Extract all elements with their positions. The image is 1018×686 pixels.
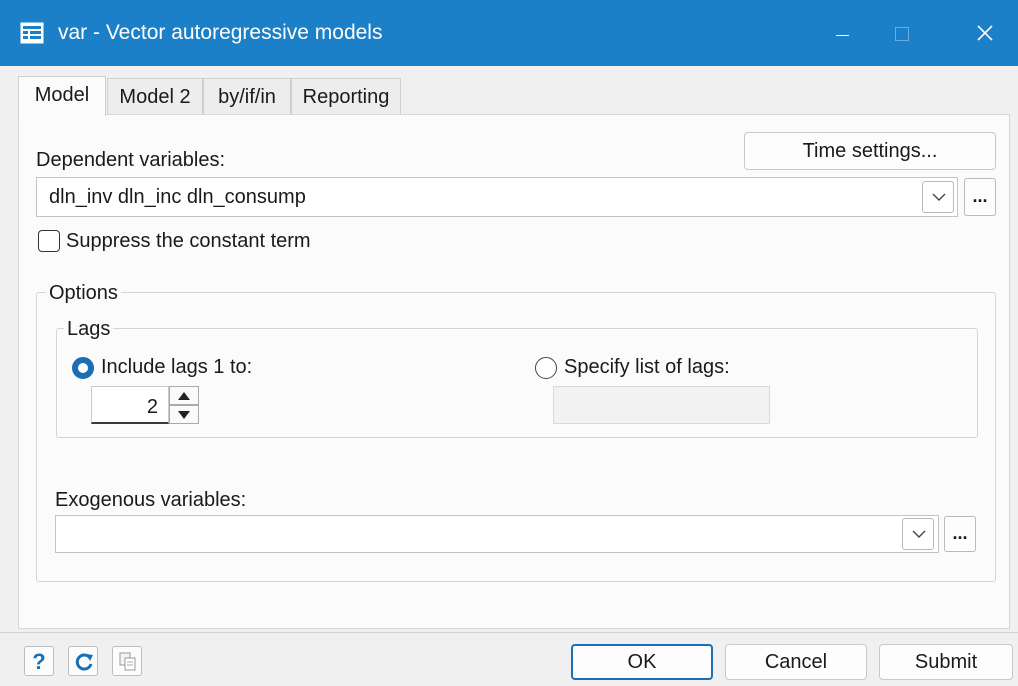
tab-by-if-in[interactable]: by/if/in: [203, 78, 291, 114]
minimize-button[interactable]: [815, 16, 869, 50]
maximize-button[interactable]: [874, 16, 928, 50]
cancel-button[interactable]: Cancel: [725, 644, 867, 680]
exogenous-variables-combobox[interactable]: [55, 515, 939, 553]
suppress-constant-label: Suppress the constant term: [66, 230, 311, 252]
caret-up-icon: [178, 392, 190, 400]
dependent-variables-dropdown[interactable]: [922, 181, 954, 213]
exogenous-variables-dropdown[interactable]: [902, 518, 934, 550]
lags-legend: Lags: [64, 317, 114, 341]
options-legend: Options: [46, 281, 121, 305]
reset-icon: [75, 653, 93, 671]
tab-model[interactable]: Model: [18, 76, 106, 116]
include-lags-radio[interactable]: [72, 357, 94, 379]
ok-button[interactable]: OK: [571, 644, 713, 680]
lags-increment-button[interactable]: [169, 386, 199, 405]
copy-icon: [119, 652, 136, 671]
chevron-down-icon: [912, 530, 926, 538]
include-lags-label: Include lags 1 to:: [101, 356, 253, 378]
reset-button[interactable]: [68, 646, 98, 676]
tab-reporting[interactable]: Reporting: [291, 78, 401, 114]
lags-list-input: [553, 386, 770, 424]
help-button[interactable]: ?: [24, 646, 54, 676]
lags-spinner-value: 2: [146, 396, 158, 418]
time-settings-button[interactable]: Time settings...: [744, 132, 996, 170]
maximize-icon: [895, 27, 909, 41]
dependent-variables-combobox[interactable]: dln_inv dln_inc dln_consump: [36, 177, 958, 217]
specify-lags-radio[interactable]: [535, 357, 557, 379]
dependent-variables-label: Dependent variables:: [36, 149, 226, 171]
close-icon: [977, 25, 993, 41]
caret-down-icon: [178, 411, 190, 419]
exogenous-variables-ellipsis-button[interactable]: ...: [944, 516, 976, 552]
lags-spinner-input[interactable]: 2: [91, 386, 169, 424]
window-title: var - Vector autoregressive models: [58, 21, 383, 44]
minimize-icon: [836, 35, 849, 36]
close-button[interactable]: [958, 16, 1012, 50]
lags-decrement-button[interactable]: [169, 405, 199, 424]
submit-button[interactable]: Submit: [879, 644, 1013, 680]
tab-model-2[interactable]: Model 2: [107, 78, 203, 114]
dialog-app-icon: [20, 22, 44, 44]
dependent-variables-ellipsis-button[interactable]: ...: [964, 178, 996, 216]
exogenous-variables-label: Exogenous variables:: [55, 489, 247, 511]
suppress-constant-checkbox[interactable]: [38, 230, 60, 252]
chevron-down-icon: [932, 193, 946, 201]
footer-separator: [0, 632, 1018, 633]
dependent-variables-value: dln_inv dln_inc dln_consump: [49, 186, 306, 208]
specify-lags-label: Specify list of lags:: [564, 356, 730, 378]
copy-command-button[interactable]: [112, 646, 142, 676]
help-icon: ?: [32, 649, 46, 674]
